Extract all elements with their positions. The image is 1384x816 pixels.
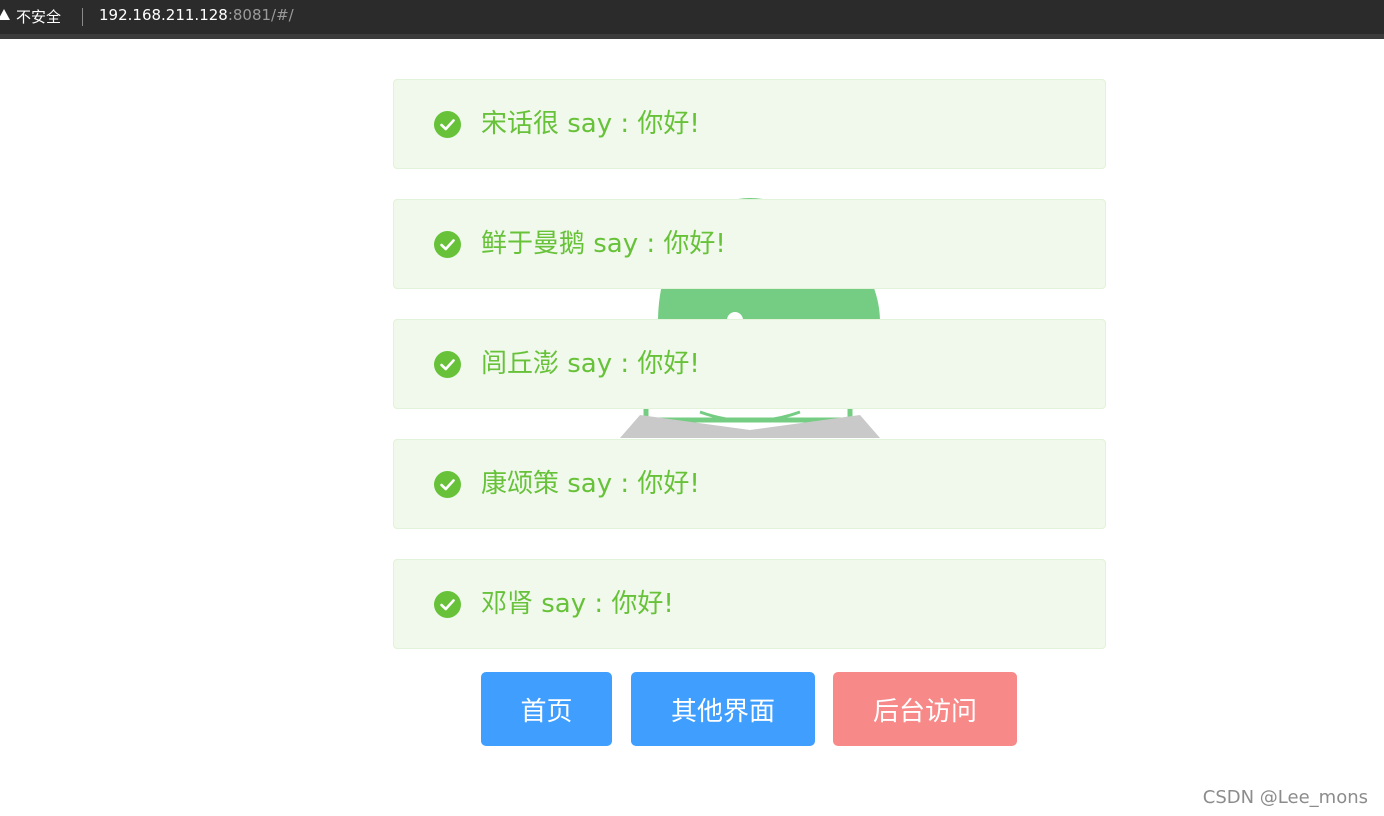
url-text[interactable]: 192.168.211.128:8081/#/ <box>99 6 294 24</box>
url-path: :8081/#/ <box>227 6 294 24</box>
browser-address-bar[interactable]: 不安全 192.168.211.128:8081/#/ <box>0 0 1384 39</box>
message-list: 宋话很 say : 你好! 鲜于曼鹅 say : 你好! 闾丘澎 say : 你… <box>393 79 1106 679</box>
message-card: 闾丘澎 say : 你好! <box>393 319 1106 409</box>
url-host: 192.168.211.128 <box>99 6 228 24</box>
message-card: 邓肾 say : 你好! <box>393 559 1106 649</box>
message-card: 鲜于曼鹅 say : 你好! <box>393 199 1106 289</box>
home-button[interactable]: 首页 <box>481 672 612 746</box>
message-text: 宋话很 say : 你好! <box>481 109 700 139</box>
message-text: 康颂策 say : 你好! <box>481 469 700 499</box>
check-circle-icon <box>434 351 461 378</box>
message-text: 邓肾 say : 你好! <box>481 589 674 619</box>
check-circle-icon <box>434 471 461 498</box>
message-card: 宋话很 say : 你好! <box>393 79 1106 169</box>
admin-access-button[interactable]: 后台访问 <box>833 672 1017 746</box>
address-separator <box>82 8 83 26</box>
message-text: 闾丘澎 say : 你好! <box>481 349 700 379</box>
security-label[interactable]: 不安全 <box>16 6 61 27</box>
other-page-button[interactable]: 其他界面 <box>631 672 815 746</box>
address-bar-divider <box>0 34 1384 39</box>
check-circle-icon <box>434 231 461 258</box>
check-circle-icon <box>434 111 461 138</box>
watermark: CSDN @Lee_mons <box>1202 787 1368 808</box>
message-text: 鲜于曼鹅 say : 你好! <box>481 229 726 259</box>
warning-triangle-icon <box>0 9 10 20</box>
check-circle-icon <box>434 591 461 618</box>
message-card: 康颂策 say : 你好! <box>393 439 1106 529</box>
